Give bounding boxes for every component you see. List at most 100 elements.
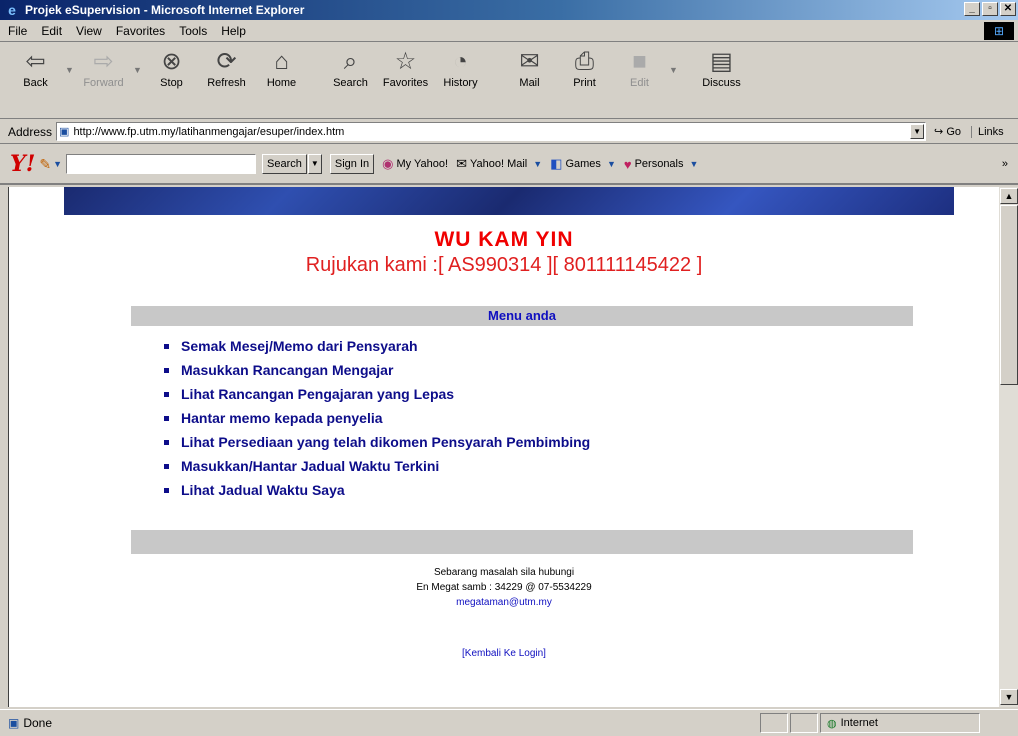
edit-label: Edit	[630, 77, 649, 89]
scroll-thumb[interactable]	[1000, 205, 1018, 385]
yahoo-logo[interactable]: Y!	[10, 151, 35, 177]
menu-file[interactable]: File	[8, 24, 27, 38]
page-icon: ▣	[59, 126, 70, 138]
go-button[interactable]: ↪ Go	[934, 125, 961, 138]
links-button[interactable]: Links	[971, 125, 1004, 138]
personals-label: Personals	[634, 158, 684, 170]
yahoo-mail-dropdown-icon[interactable]: ▼	[533, 159, 542, 169]
menu-help[interactable]: Help	[221, 24, 246, 38]
discuss-label: Discuss	[702, 77, 741, 89]
back-button[interactable]: ⇦ Back	[8, 47, 63, 89]
contact-info: Sebarang masalah sila hubungi En Megat s…	[9, 565, 998, 610]
search-icon: ⌕	[343, 48, 358, 75]
menu-edit[interactable]: Edit	[41, 24, 62, 38]
refresh-label: Refresh	[207, 77, 246, 89]
menu-item-label: Hantar memo kepada penyelia	[181, 410, 383, 426]
menu-item-label: Lihat Rancangan Pengajaran yang Lepas	[181, 386, 455, 402]
menu-favorites[interactable]: Favorites	[116, 24, 165, 38]
search-label: Search	[333, 77, 368, 89]
back-dropdown-icon[interactable]: ▼	[63, 47, 76, 75]
standard-toolbar: ⇦ Back ▼ ⇨ Forward ▼ ⊗ Stop ⟳ Refresh ⌂ …	[0, 43, 1018, 119]
games-dropdown-icon[interactable]: ▼	[607, 159, 616, 169]
menu-item-lihat-persediaan[interactable]: Lihat Persediaan yang telah dikomen Pens…	[164, 430, 590, 454]
favorites-label: Favorites	[382, 77, 429, 89]
my-yahoo-link[interactable]: ◉ My Yahoo!	[382, 156, 448, 172]
home-icon: ⌂	[274, 48, 289, 75]
minimize-button[interactable]: _	[964, 2, 980, 16]
menu-item-lihat-rancangan[interactable]: Lihat Rancangan Pengajaran yang Lepas	[164, 382, 590, 406]
bullet-icon	[164, 391, 169, 397]
stop-icon: ⊗	[161, 48, 182, 75]
go-arrow-icon: ↪	[934, 126, 944, 138]
yahoo-search-input[interactable]	[66, 154, 257, 174]
yahoo-mail-label: Yahoo! Mail	[469, 158, 528, 170]
footer-bar	[131, 530, 913, 554]
history-button[interactable]: ◔ History	[433, 47, 488, 89]
status-panel	[760, 713, 788, 733]
address-input[interactable]: ▣ http://www.fp.utm.my/latihanmengajar/e…	[56, 122, 927, 141]
yahoo-search-dropdown-icon[interactable]: ▼	[307, 154, 322, 174]
bullet-icon	[164, 415, 169, 421]
menu-item-label: Masukkan Rancangan Mengajar	[181, 362, 394, 378]
personals-dropdown-icon[interactable]: ▼	[690, 159, 699, 169]
zone-label: Internet	[840, 717, 878, 729]
contact-line-1: Sebarang masalah sila hubungi	[433, 567, 575, 578]
bullet-icon	[164, 463, 169, 469]
back-arrow-icon: ⇦	[25, 48, 46, 75]
yahoo-mail-link[interactable]: ✉ Yahoo! Mail ▼	[456, 156, 542, 172]
yahoo-search-button[interactable]: Search	[262, 154, 307, 174]
favorites-icon: ☆	[394, 48, 417, 75]
menu-item-masukkan-rancangan[interactable]: Masukkan Rancangan Mengajar	[164, 358, 590, 382]
discuss-button[interactable]: ▤ Discuss	[694, 47, 749, 89]
favorites-button[interactable]: ☆ Favorites	[378, 47, 433, 89]
vertical-scrollbar[interactable]: ▲ ▼	[998, 187, 1018, 707]
edit-button[interactable]: ■ Edit	[612, 47, 667, 89]
forward-dropdown-icon[interactable]: ▼	[131, 47, 144, 75]
address-dropdown-icon[interactable]: ▼	[910, 124, 925, 139]
refresh-button[interactable]: ⟳ Refresh	[199, 47, 254, 89]
search-button[interactable]: ⌕ Search	[323, 47, 378, 89]
my-yahoo-icon: ◉	[382, 156, 394, 171]
hearts-icon: ♥	[623, 156, 632, 172]
back-to-login-link[interactable]: [Kembali Ke Login]	[9, 648, 998, 659]
menu-heading: Menu anda	[131, 306, 913, 326]
address-bar: Address ▣ http://www.fp.utm.my/latihanme…	[0, 120, 1018, 144]
menu-item-hantar-memo[interactable]: Hantar memo kepada penyelia	[164, 406, 590, 430]
chevron-more-icon[interactable]: »	[1002, 158, 1008, 170]
menu-item-semak-mesej[interactable]: Semak Mesej/Memo dari Pensyarah	[164, 334, 590, 358]
pencil-dropdown-icon[interactable]: ▼	[53, 159, 62, 169]
print-button[interactable]: ⎙ Print	[557, 47, 612, 89]
close-button[interactable]: ✕	[1000, 2, 1016, 16]
menu-item-hantar-jadual[interactable]: Masukkan/Hantar Jadual Waktu Terkini	[164, 454, 590, 478]
title-bar: e Projek eSupervision - Microsoft Intern…	[0, 0, 1018, 20]
forward-button[interactable]: ⇨ Forward	[76, 47, 131, 89]
menu-item-label: Semak Mesej/Memo dari Pensyarah	[181, 338, 418, 354]
status-panel	[790, 713, 818, 733]
menu-view[interactable]: View	[76, 24, 102, 38]
menu-tools[interactable]: Tools	[179, 24, 207, 38]
games-label: Games	[565, 158, 601, 170]
mail-icon: ✉	[519, 48, 540, 75]
links-label: Links	[978, 125, 1004, 138]
refresh-icon: ⟳	[216, 48, 237, 75]
header-banner	[64, 187, 954, 215]
history-icon: ◔	[453, 48, 468, 75]
status-text: Done	[23, 716, 53, 730]
scroll-down-icon[interactable]: ▼	[1000, 689, 1018, 705]
menu-list: Semak Mesej/Memo dari Pensyarah Masukkan…	[164, 334, 590, 502]
personals-link[interactable]: ♥ Personals ▼	[624, 157, 699, 172]
menu-item-lihat-jadual[interactable]: Lihat Jadual Waktu Saya	[164, 478, 590, 502]
maximize-button[interactable]: ▫	[982, 2, 998, 16]
stop-button[interactable]: ⊗ Stop	[144, 47, 199, 89]
games-link[interactable]: ◧ Games ▼	[550, 156, 616, 172]
bullet-icon	[164, 487, 169, 493]
home-button[interactable]: ⌂ Home	[254, 47, 309, 89]
contact-email-link[interactable]: megataman@utm.my	[9, 595, 998, 610]
edit-dropdown-icon[interactable]: ▼	[667, 47, 680, 75]
sign-in-button[interactable]: Sign In	[329, 154, 375, 174]
scroll-up-icon[interactable]: ▲	[1000, 188, 1018, 204]
pencil-icon[interactable]: ✎	[39, 156, 51, 173]
forward-arrow-icon: ⇨	[93, 48, 114, 75]
page-viewport: WU KAM YIN Rujukan kami :[ AS990314 ][ 8…	[8, 187, 998, 707]
mail-button[interactable]: ✉ Mail	[502, 47, 557, 89]
